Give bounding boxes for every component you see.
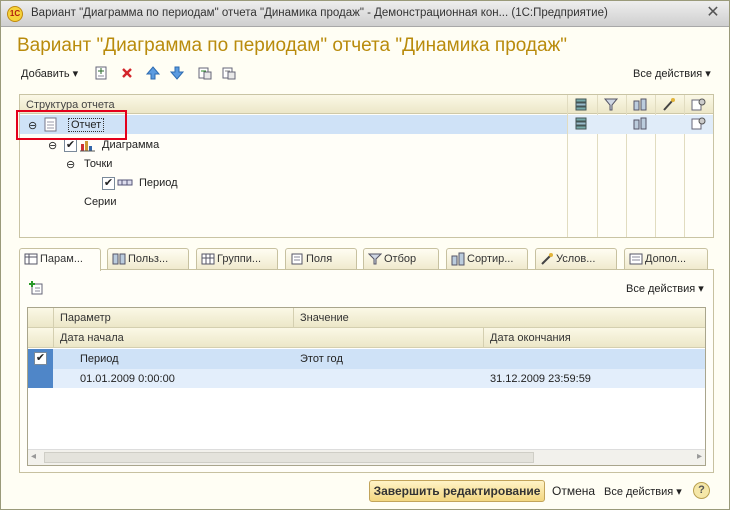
grouping-icon bbox=[201, 252, 215, 266]
column-header-start-date[interactable]: Дата начала bbox=[60, 332, 124, 344]
header-divider bbox=[53, 328, 54, 348]
column-header-end-date[interactable]: Дата окончания bbox=[490, 332, 571, 344]
user-settings-icon bbox=[112, 252, 126, 266]
add-parameter-icon[interactable] bbox=[28, 280, 44, 296]
tab-label: Отбор bbox=[384, 253, 417, 265]
fields-icon bbox=[290, 252, 304, 266]
highlight-box bbox=[16, 110, 127, 140]
scroll-thumb[interactable] bbox=[44, 452, 534, 463]
parameter-name: Период bbox=[80, 353, 119, 365]
tab-label: Допол... bbox=[645, 253, 687, 265]
structure-toolbar: Добавить ▾ Все действия ▾ bbox=[17, 64, 717, 84]
params-all-actions[interactable]: Все действия ▾ bbox=[626, 282, 704, 295]
field-icon bbox=[117, 177, 133, 192]
conditional-format-icon bbox=[540, 252, 554, 266]
tab-label: Услов... bbox=[556, 253, 596, 265]
help-button[interactable]: ? bbox=[693, 482, 710, 499]
all-actions-label: Все действия bbox=[633, 68, 703, 80]
tab-sort[interactable]: Сортир... bbox=[446, 248, 528, 270]
table-row[interactable]: ✔ Период Этот год bbox=[28, 349, 705, 388]
parameter-checkbox[interactable]: ✔ bbox=[34, 352, 47, 365]
add-button[interactable]: Добавить ▾ bbox=[21, 67, 78, 80]
tab-filter[interactable]: Отбор bbox=[363, 248, 439, 270]
cancel-button[interactable]: Отмена bbox=[552, 484, 595, 498]
sort-icon bbox=[632, 97, 648, 112]
delete-icon[interactable] bbox=[119, 65, 135, 81]
settings-window: 1С Вариант "Диаграмма по периодам" отчет… bbox=[0, 0, 730, 510]
tab-label: Группи... bbox=[217, 253, 262, 265]
tab-user-settings[interactable]: Польз... bbox=[107, 248, 189, 270]
chart-icon bbox=[80, 138, 96, 155]
column-header-parameter[interactable]: Параметр bbox=[60, 312, 111, 324]
app-logo-icon: 1С bbox=[7, 6, 23, 22]
other-settings-icon[interactable] bbox=[690, 116, 706, 131]
filter-icon bbox=[367, 252, 383, 266]
header-divider bbox=[53, 308, 54, 328]
table-header: Параметр Значение bbox=[28, 308, 705, 328]
sort-icon[interactable] bbox=[632, 116, 648, 131]
tab-label: Поля bbox=[306, 253, 333, 265]
other-settings-icon bbox=[690, 97, 706, 112]
filter-icon bbox=[603, 97, 619, 112]
move-down-icon[interactable] bbox=[169, 65, 185, 81]
fields-icon[interactable] bbox=[573, 116, 589, 131]
period-checkbox[interactable]: ✔ bbox=[102, 177, 115, 190]
scroll-left-icon[interactable]: ◂ bbox=[31, 451, 36, 462]
tab-grouping[interactable]: Группи... bbox=[196, 248, 278, 270]
tab-label: Сортир... bbox=[467, 253, 514, 265]
parameter-value[interactable]: Этот год bbox=[300, 353, 343, 365]
header-divider bbox=[293, 308, 294, 328]
fields-icon bbox=[573, 97, 589, 112]
finish-editing-button[interactable]: Завершить редактирование bbox=[369, 480, 545, 502]
close-button[interactable]: ✕ bbox=[705, 5, 721, 21]
chart-checkbox[interactable]: ✔ bbox=[64, 139, 77, 152]
column-header-value[interactable]: Значение bbox=[300, 312, 349, 324]
all-actions-label: Все действия bbox=[604, 486, 674, 498]
collapse-toggle-icon[interactable]: ⊖ bbox=[48, 139, 57, 152]
parameters-table[interactable]: Параметр Значение Дата начала Дата оконч… bbox=[27, 307, 706, 466]
add-group-icon[interactable] bbox=[93, 65, 109, 81]
sort-icon bbox=[451, 252, 465, 266]
tree-item-chart[interactable]: Диаграмма bbox=[102, 139, 159, 151]
tab-label: Парам... bbox=[40, 253, 83, 265]
move-up-icon[interactable] bbox=[145, 65, 161, 81]
end-date-value[interactable]: 31.12.2009 23:59:59 bbox=[490, 373, 591, 385]
scroll-right-icon[interactable]: ▸ bbox=[697, 451, 702, 462]
tab-additional[interactable]: Допол... bbox=[624, 248, 708, 270]
title-bar[interactable]: 1С Вариант "Диаграмма по периодам" отчет… bbox=[1, 1, 729, 27]
table-subheader: Дата начала Дата окончания bbox=[28, 328, 705, 348]
footer-all-actions[interactable]: Все действия ▾ bbox=[604, 485, 682, 498]
horizontal-scrollbar[interactable]: ◂ ▸ bbox=[28, 449, 705, 465]
table-row-dates[interactable]: 01.01.2009 0:00:00 31.12.2009 23:59:59 bbox=[28, 369, 705, 388]
tree-item-points[interactable]: Точки bbox=[84, 158, 112, 170]
add-label: Добавить bbox=[21, 68, 70, 80]
conditional-format-icon bbox=[661, 97, 677, 112]
window-title: Вариант "Диаграмма по периодам" отчета "… bbox=[31, 7, 608, 19]
tab-conditional-format[interactable]: Услов... bbox=[535, 248, 617, 270]
tab-fields[interactable]: Поля bbox=[285, 248, 357, 270]
ungroup-icon[interactable] bbox=[221, 65, 237, 81]
all-actions-label: Все действия bbox=[626, 283, 696, 295]
tab-label: Польз... bbox=[128, 253, 169, 265]
tree-item-period[interactable]: Период bbox=[139, 177, 178, 189]
form-title: Вариант "Диаграмма по периодам" отчета "… bbox=[17, 35, 568, 56]
tab-parameters[interactable]: Парам... bbox=[19, 248, 101, 271]
start-date-value[interactable]: 01.01.2009 0:00:00 bbox=[80, 373, 175, 385]
parameters-icon bbox=[24, 252, 38, 266]
group-icon[interactable] bbox=[197, 65, 213, 81]
tree-item-series[interactable]: Серии bbox=[84, 196, 116, 208]
toolbar-all-actions[interactable]: Все действия ▾ bbox=[633, 67, 711, 80]
row-selection-marker bbox=[28, 369, 53, 388]
collapse-toggle-icon[interactable]: ⊖ bbox=[66, 158, 75, 171]
header-divider bbox=[483, 328, 484, 348]
settings-tabs: Парам... Польз... Группи... Поля Отбор С… bbox=[19, 248, 714, 271]
additional-icon bbox=[629, 252, 643, 266]
